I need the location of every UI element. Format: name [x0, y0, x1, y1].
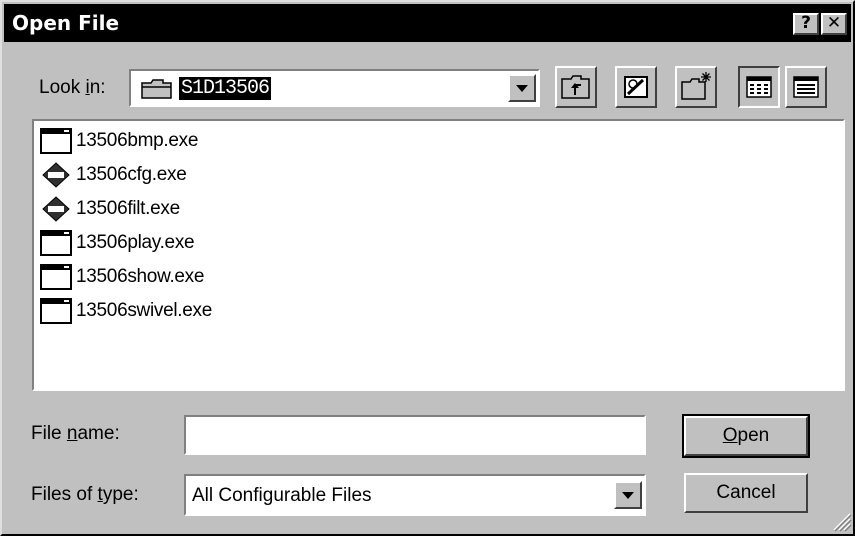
file-name-label-suffix: ame: — [77, 423, 120, 444]
close-button[interactable]: ✕ — [821, 13, 847, 35]
file-item[interactable]: 13506play.exe — [38, 226, 195, 260]
file-name-label: File name: — [31, 423, 120, 445]
s1d-diamond-icon — [38, 161, 74, 189]
file-list[interactable]: 13506bmp.exe 13506cfg.exe 13506filt.exe … — [32, 119, 845, 391]
look-in-label: Look in: — [39, 77, 106, 99]
file-item[interactable]: 13506bmp.exe — [38, 124, 198, 158]
file-item[interactable]: 13506show.exe — [38, 260, 204, 294]
desktop-icon — [624, 76, 648, 98]
file-name: 13506bmp.exe — [76, 130, 199, 151]
chevron-down-icon — [622, 492, 634, 499]
open-file-dialog: Open File ? ✕ Look in: S1D13506 13506bmp… — [0, 0, 855, 536]
file-name-accel: n — [66, 423, 78, 444]
window-app-icon — [38, 263, 74, 291]
file-item[interactable]: 13506cfg.exe — [38, 158, 187, 192]
close-icon: ✕ — [826, 13, 842, 33]
cancel-button-label: Cancel — [716, 482, 776, 503]
up-one-level-button[interactable] — [555, 66, 597, 108]
help-button[interactable]: ? — [793, 13, 819, 35]
file-name: 13506play.exe — [76, 232, 195, 253]
file-name-label-text: File — [31, 423, 67, 444]
desktop-button[interactable] — [615, 66, 657, 108]
window-app-icon — [38, 297, 74, 325]
new-folder-button[interactable] — [675, 66, 717, 108]
chevron-down-icon — [516, 85, 528, 92]
open-accel: O — [722, 425, 738, 446]
look-in-label-text: Look — [39, 77, 86, 98]
window-app-icon — [38, 127, 74, 155]
details-view-icon — [793, 76, 819, 98]
file-name: 13506filt.exe — [76, 198, 180, 219]
details-view-button[interactable] — [785, 66, 827, 108]
title-bar[interactable]: Open File ? ✕ — [4, 4, 851, 42]
up-folder-icon — [561, 75, 590, 99]
open-button[interactable]: Open — [682, 414, 810, 458]
look-in-combobox[interactable]: S1D13506 — [129, 69, 540, 107]
file-type-label-text: Files of — [31, 484, 98, 505]
file-name: 13506swivel.exe — [76, 300, 212, 321]
list-view-button[interactable] — [738, 66, 780, 108]
s1d-diamond-icon — [38, 195, 74, 223]
look-in-dropdown-button[interactable] — [508, 74, 536, 102]
look-in-label-suffix: n: — [89, 77, 106, 98]
file-name: 13506show.exe — [76, 266, 205, 287]
new-folder-icon — [681, 72, 711, 100]
cancel-button[interactable]: Cancel — [684, 473, 808, 513]
file-item[interactable]: 13506swivel.exe — [38, 294, 212, 328]
file-name: 13506cfg.exe — [76, 164, 187, 185]
resize-grip-icon[interactable] — [828, 508, 852, 532]
file-name-input[interactable] — [184, 415, 646, 455]
file-item[interactable]: 13506filt.exe — [38, 192, 180, 226]
open-button-label: pen — [737, 425, 770, 446]
window-title: Open File — [12, 11, 120, 35]
window-app-icon — [38, 229, 74, 257]
look-in-value: S1D13506 — [179, 77, 272, 100]
file-type-dropdown-button[interactable] — [614, 481, 642, 509]
help-icon: ? — [801, 13, 811, 33]
file-type-label: Files of type: — [31, 484, 139, 506]
file-type-value: All Configurable Files — [192, 485, 372, 506]
file-type-select[interactable]: All Configurable Files — [184, 474, 646, 516]
folder-icon — [141, 79, 173, 105]
file-type-label-suffix: ype: — [102, 484, 139, 505]
list-view-icon — [746, 76, 772, 98]
